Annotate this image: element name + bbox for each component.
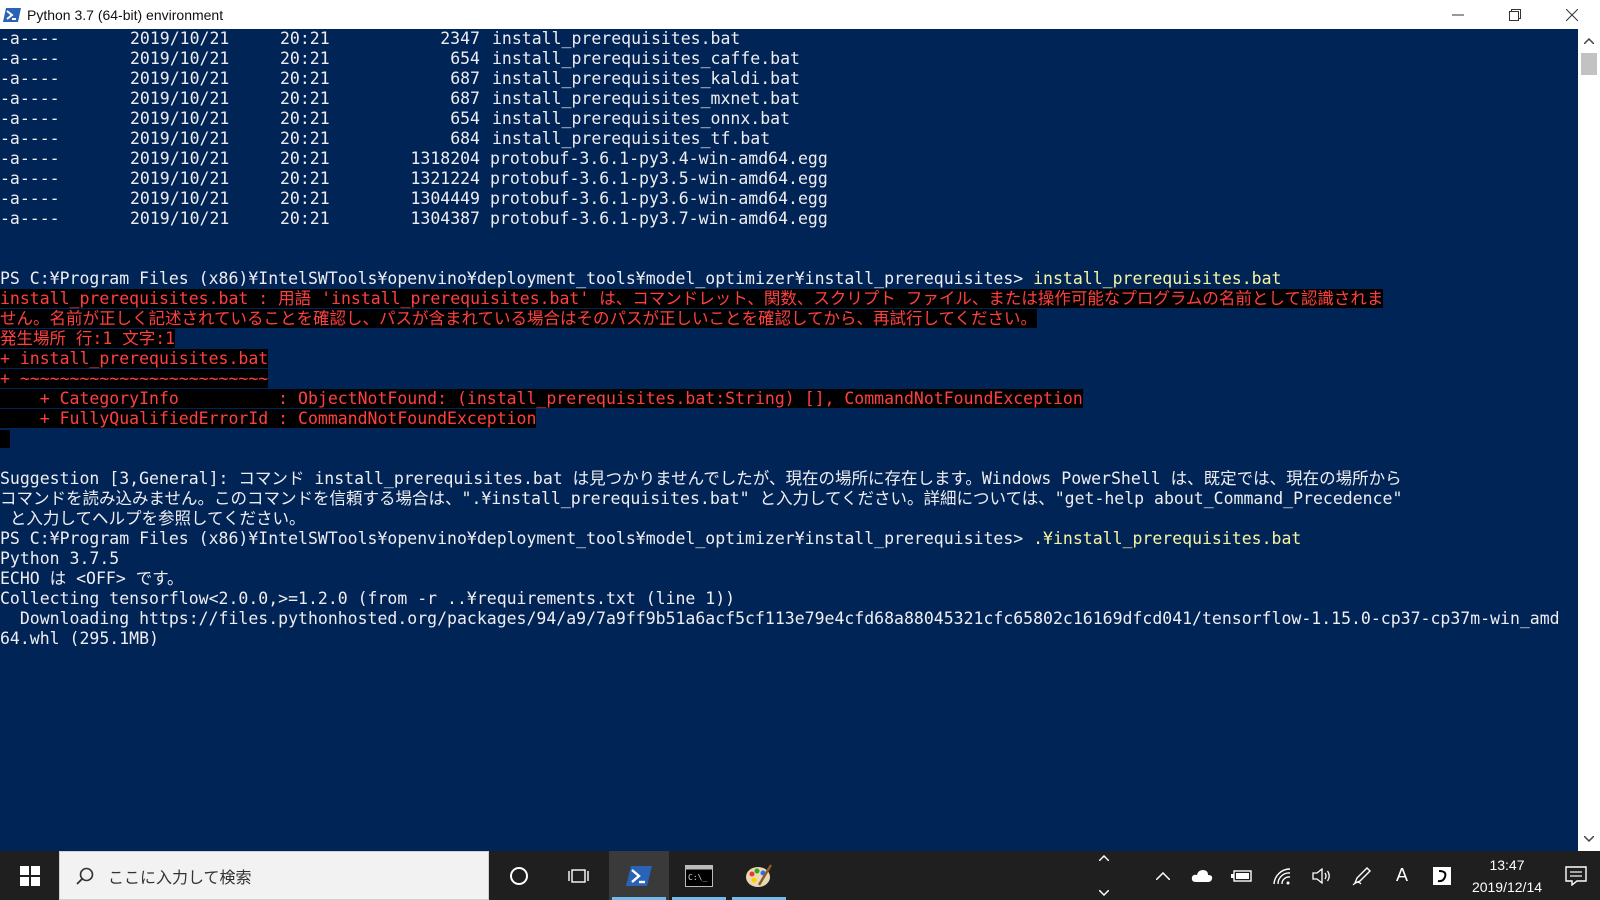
pen-workspace-button[interactable] [1342,851,1382,900]
ime-mode-label: A [1395,865,1408,885]
taskbar-search-box[interactable]: ここに入力して検索 [59,851,489,900]
listing-row: -a---- 2019/10/21 20:21 1304449 protobuf-3.6… [0,189,828,208]
output-line: Collecting tensorflow<2.0.0,>=1.2.0 (fro… [0,589,736,608]
speaker-icon [1312,867,1330,884]
cortana-button[interactable] [489,851,549,900]
search-icon [76,867,94,885]
error-line: + ~~~~~~~~~~~~~~~~~~~~~~~~~ [0,369,269,388]
chevron-down-icon [1584,836,1594,842]
show-hidden-icons-button[interactable] [1144,851,1182,900]
error-line: 発生場所 行:1 文字:1 [0,329,176,348]
clock-time: 13:47 [1489,856,1525,873]
title-bar: Python 3.7 (64-bit) environment [0,0,1600,30]
ime-icon [1433,866,1451,885]
pen-icon [1352,866,1371,885]
powershell-icon [3,7,21,22]
network-button[interactable] [1262,851,1302,900]
action-center-button[interactable] [1552,851,1600,900]
task-view-icon [568,868,589,883]
error-line: + FullyQualifiedErrorId : CommandNotFoun… [0,409,537,428]
volume-button[interactable] [1302,851,1342,900]
command-text: .¥install_prerequisites.bat [1033,529,1302,548]
listing-row: -a---- 2019/10/21 20:21 654 install_prerequi… [0,109,791,128]
prompt-line: PS C:¥Program Files (x86)¥IntelSWTools¥o… [0,269,1281,289]
clock-date: 2019/12/14 [1471,878,1543,895]
output-line: Python 3.7.5 [0,549,120,568]
listing-row: -a---- 2019/10/21 20:21 1304387 protobuf-3.6… [0,209,828,228]
error-block-tail [0,430,10,448]
listing-row: -a---- 2019/10/21 20:21 1318204 protobuf-3.6… [0,149,828,168]
output-line: 64.whl (295.1MB) [0,629,159,648]
prompt-path: PS C:¥Program Files (x86)¥IntelSWTools¥o… [0,529,1034,548]
restore-icon [1508,8,1521,21]
taskbar-app-paint[interactable] [729,851,789,900]
listing-row: -a---- 2019/10/21 20:21 654 install_prerequi… [0,49,800,68]
error-line: install_prerequisites.bat : 用語 'install_… [0,289,1384,308]
cloud-icon [1191,869,1213,882]
taskbar-app-powershell[interactable] [609,851,669,900]
chevron-up-icon [1156,871,1170,880]
minimize-icon [1451,14,1464,15]
system-tray: A 13:47 2019/12/14 [1144,851,1600,900]
scrollbar-thumb[interactable] [1581,53,1597,75]
scroll-down-button[interactable] [1578,829,1600,849]
prompt-path: PS C:¥Program Files (x86)¥IntelSWTools¥o… [0,269,1034,288]
listing-row: -a---- 2019/10/21 20:21 684 install_prerequi… [0,129,771,148]
listing-row: -a---- 2019/10/21 20:21 2347 install_prerequ… [0,29,741,48]
error-line: + install_prerequisites.bat [0,349,269,368]
suggestion-line: コマンドを読み込みません。このコマンドを信頼する場合は、".¥install_p… [0,489,1403,508]
taskbar-app-command-prompt[interactable]: C:\_ [669,851,729,900]
minimize-button[interactable] [1429,0,1486,29]
command-text: install_prerequisites.bat [1033,269,1282,288]
listing-row: -a---- 2019/10/21 20:21 687 install_prerequi… [0,69,800,88]
wifi-icon [1273,867,1291,884]
prompt-line: PS C:¥Program Files (x86)¥IntelSWTools¥o… [0,529,1301,549]
paint-icon [746,863,773,887]
taskbar-clock[interactable]: 13:47 2019/12/14 [1462,854,1552,898]
ime-button[interactable] [1422,851,1462,900]
notification-icon [1565,865,1587,886]
windows-logo-icon [19,865,40,886]
chevron-down-icon [1099,890,1109,896]
cortana-icon [510,866,528,885]
error-line: せん。名前が正しく記述されていることを確認し、パスが含まれている場合はそのパスが… [0,309,1038,328]
battery-icon [1231,869,1252,882]
chevron-up-icon [1099,855,1109,861]
command-prompt-icon: C:\_ [685,864,713,887]
onedrive-button[interactable] [1182,851,1222,900]
vertical-scrollbar[interactable] [1578,29,1600,851]
console-output[interactable]: -a---- 2019/10/21 20:21 2347 install_prerequ… [0,29,1578,851]
close-icon [1565,8,1578,21]
taskbar: ここに入力して検索 C:\_ A 13:47 2019/12/14 [0,851,1600,900]
suggestion-line: と入力してヘルプを参照してください。 [0,509,306,528]
taskbar-scroll[interactable] [1093,851,1115,900]
error-line: + CategoryInfo : ObjectNotFound: (instal… [0,389,1083,408]
ime-mode-button[interactable]: A [1382,851,1422,900]
listing-row: -a---- 2019/10/21 20:21 687 install_prerequi… [0,89,800,108]
close-button[interactable] [1543,0,1600,29]
restore-button[interactable] [1486,0,1543,29]
chevron-up-icon [1584,38,1594,44]
listing-row: -a---- 2019/10/21 20:21 1321224 protobuf-3.6… [0,169,828,188]
output-line: Downloading https://files.pythonhosted.o… [0,609,1560,628]
task-view-button[interactable] [549,851,609,900]
start-button[interactable] [0,851,59,900]
powershell-icon [626,865,652,886]
window-title: Python 3.7 (64-bit) environment [27,6,224,23]
battery-button[interactable] [1222,851,1262,900]
suggestion-line: Suggestion [3,General]: コマンド install_pre… [0,469,1402,488]
search-placeholder: ここに入力して検索 [108,869,252,887]
scroll-up-button[interactable] [1578,31,1600,51]
output-line: ECHO は <OFF> です。 [0,569,184,588]
svg-text:C:\_: C:\_ [688,873,707,882]
